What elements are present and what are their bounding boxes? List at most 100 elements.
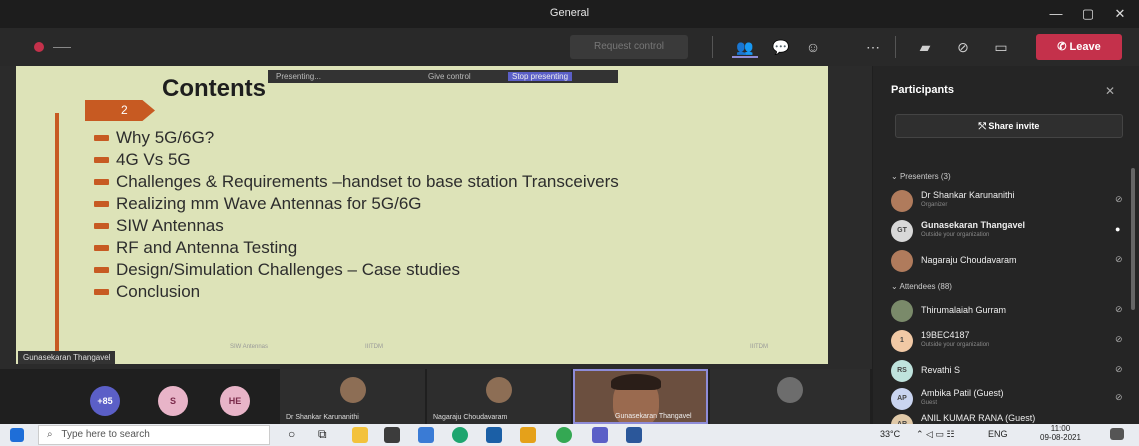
word-icon[interactable] xyxy=(626,427,642,443)
camera-off-icon[interactable]: ▰ xyxy=(912,36,938,58)
tray-icons[interactable]: ⌃ ◁ ▭ ☷ xyxy=(916,429,955,440)
video-tile[interactable] xyxy=(710,369,870,424)
close-button[interactable]: ✕ xyxy=(1106,4,1134,24)
toolbar-divider xyxy=(712,36,713,58)
recording-divider xyxy=(53,47,71,48)
mic-muted-icon: ⊘ xyxy=(1115,392,1123,402)
mic-off-icon[interactable]: ⊘ xyxy=(950,36,976,58)
give-control-dropdown[interactable]: Give control xyxy=(428,72,471,81)
clock[interactable]: 11:00 09-08-2021 xyxy=(1040,424,1081,442)
attendees-header[interactable]: ⌄ Attendees (88) xyxy=(891,282,952,291)
participant-name: 19BEC4187 xyxy=(921,330,970,340)
overflow-count-avatar[interactable]: +85 xyxy=(90,386,120,416)
participant-role: Organizer xyxy=(921,202,948,208)
bullet-item: Realizing mm Wave Antennas for 5G/6G xyxy=(92,194,752,213)
task-view-icon[interactable]: ⧉ xyxy=(318,427,334,443)
teams-icon[interactable] xyxy=(592,427,608,443)
mic-muted-icon: ⊘ xyxy=(1115,304,1123,314)
search-placeholder: Type here to search xyxy=(61,429,150,440)
clock-time: 11:00 xyxy=(1050,424,1071,433)
participant-row[interactable]: Dr Shankar Karunanithi Organizer ⊘ xyxy=(891,188,1123,216)
bullet-item: 4G Vs 5G xyxy=(92,150,752,169)
participant-row[interactable]: RS Revathi S ⊘ xyxy=(891,358,1123,386)
edge-icon[interactable] xyxy=(452,427,468,443)
cortana-icon[interactable]: ○ xyxy=(288,427,304,443)
avatar: AR xyxy=(891,414,913,424)
teams-window: General — ▢ ✕ Request control 👥 💬 ☺ ⋯ ▰ … xyxy=(0,0,1139,446)
slide-number-tab: 2 xyxy=(85,100,155,121)
participant-row[interactable]: AR ANIL KUMAR RANA (Guest) xyxy=(891,412,1123,424)
participant-photo xyxy=(777,377,803,403)
attendees-header-label: Attendees (88) xyxy=(899,282,952,291)
slide-bullet-list: Why 5G/6G? 4G Vs 5G Challenges & Require… xyxy=(92,128,752,304)
panel-title: Participants xyxy=(891,84,954,96)
participant-name: ANIL KUMAR RANA (Guest) xyxy=(921,413,1036,423)
close-icon[interactable]: ✕ xyxy=(1105,84,1115,98)
windows-taskbar: ⌕ Type here to search ○ ⧉ 33°C ⌃ ◁ ▭ ☷ E… xyxy=(0,424,1139,446)
share-invite-button[interactable]: ⤲ Share invite xyxy=(895,114,1123,138)
slide-accent-bar xyxy=(55,113,59,359)
store-icon[interactable] xyxy=(384,427,400,443)
request-control-button[interactable]: Request control xyxy=(570,35,688,59)
bullet-item: SIW Antennas xyxy=(92,216,752,235)
avatar xyxy=(891,300,913,322)
video-tile[interactable]: Dr Shankar Karunanithi xyxy=(280,369,425,424)
file-explorer-icon[interactable] xyxy=(352,427,368,443)
share-invite-label: Share invite xyxy=(988,121,1040,131)
language-indicator[interactable]: ENG xyxy=(988,429,1008,439)
avatar: AP xyxy=(891,388,913,410)
mail-icon[interactable] xyxy=(418,427,434,443)
mic-muted-icon: ⊘ xyxy=(1115,364,1123,374)
panel-scrollbar[interactable] xyxy=(1131,168,1135,310)
slide-title: Contents xyxy=(162,75,266,102)
minimize-button[interactable]: — xyxy=(1042,4,1070,24)
slide-footer-mid: IIITDM xyxy=(365,344,383,350)
participant-photo xyxy=(339,377,366,403)
mic-on-icon: ● xyxy=(1115,224,1121,234)
title-bar: General — ▢ ✕ xyxy=(0,0,1139,28)
meeting-toolbar: Request control 👥 💬 ☺ ⋯ ▰ ⊘ ▭ ✆ Leave xyxy=(0,28,1139,66)
windows-start-icon[interactable] xyxy=(10,428,24,442)
participant-role: Outside your organization xyxy=(921,232,990,238)
participant-row[interactable]: 1 19BEC4187 Outside your organization ⊘ xyxy=(891,328,1123,356)
avatar[interactable]: HE xyxy=(220,386,250,416)
presenter-name-label: Gunasekaran Thangavel xyxy=(18,351,116,364)
chat-icon[interactable]: 💬 xyxy=(768,36,794,58)
participant-row[interactable]: Thirumalaiah Gurram ⊘ xyxy=(891,298,1123,326)
avatar: RS xyxy=(891,360,913,382)
more-options-icon[interactable]: ⋯ xyxy=(860,36,886,58)
video-tile[interactable]: Nagaraju Choudavaram xyxy=(427,369,571,424)
participant-name: Gunasekaran Thangavel xyxy=(921,220,1026,230)
notifications-icon[interactable] xyxy=(1110,428,1124,440)
participant-row[interactable]: Nagaraju Choudavaram ⊘ xyxy=(891,248,1123,276)
reactions-icon[interactable]: ☺ xyxy=(800,36,826,58)
mic-muted-icon: ⊘ xyxy=(1115,334,1123,344)
participants-icon[interactable]: 👥 xyxy=(732,36,758,58)
app-icon[interactable] xyxy=(486,427,502,443)
maximize-button[interactable]: ▢ xyxy=(1074,4,1102,24)
presenters-header-label: Presenters (3) xyxy=(899,172,951,181)
chrome-icon[interactable] xyxy=(556,427,572,443)
bullet-item: Why 5G/6G? xyxy=(92,128,752,147)
sharing-control-bar: Presenting... Give control Stop presenti… xyxy=(268,70,618,83)
participant-role: Outside your organization xyxy=(921,342,990,348)
share-screen-icon[interactable]: ▭ xyxy=(988,36,1014,58)
weather-temp[interactable]: 33°C xyxy=(880,429,900,439)
avatar[interactable]: S xyxy=(158,386,188,416)
clock-date: 09-08-2021 xyxy=(1040,433,1081,442)
app-icon[interactable] xyxy=(520,427,536,443)
presenters-header[interactable]: ⌄ Presenters (3) xyxy=(891,172,951,181)
leave-button[interactable]: ✆ Leave xyxy=(1036,34,1122,60)
speaker-hair xyxy=(611,374,661,390)
active-speaker-video[interactable]: Gunasekaran Thangavel xyxy=(573,369,708,424)
avatar xyxy=(891,250,913,272)
avatar xyxy=(891,190,913,212)
participant-row[interactable]: GT Gunasekaran Thangavel Outside your or… xyxy=(891,218,1123,246)
avatar: GT xyxy=(891,220,913,242)
stop-presenting-button[interactable]: Stop presenting xyxy=(508,72,573,81)
participant-photo xyxy=(486,377,512,403)
participant-row[interactable]: AP Ambika Patil (Guest) Guest ⊘ xyxy=(891,386,1123,414)
search-icon: ⌕ xyxy=(47,429,53,440)
taskbar-search-box[interactable]: ⌕ Type here to search xyxy=(38,425,270,445)
tile-caption: Gunasekaran Thangavel xyxy=(615,413,692,420)
